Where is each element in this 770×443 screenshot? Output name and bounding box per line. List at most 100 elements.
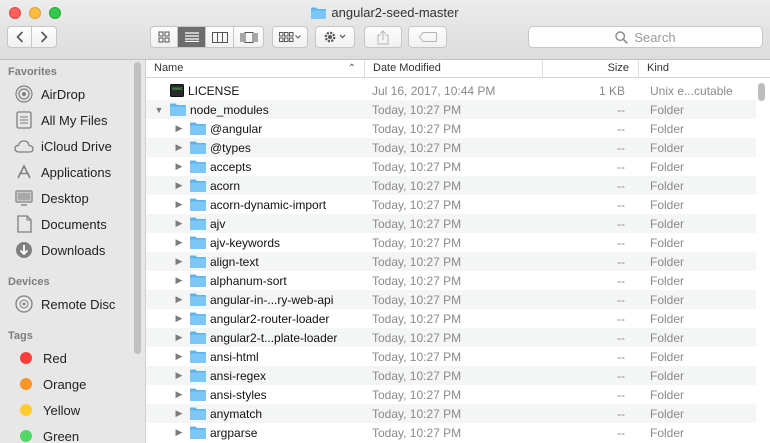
share-button[interactable] — [364, 26, 402, 48]
disclosure-triangle-collapsed-icon[interactable]: ▶ — [174, 427, 184, 438]
date-modified: Today, 10:27 PM — [372, 140, 462, 155]
folder-icon — [190, 217, 206, 230]
table-row[interactable]: ▶ argparse Today, 10:27 PM -- Folder — [146, 423, 756, 442]
disclosure-triangle-collapsed-icon[interactable]: ▶ — [174, 408, 184, 419]
tag-icon — [418, 32, 437, 42]
sidebar: Favorites AirDrop All My Files iCloud Dr… — [0, 60, 146, 443]
table-row[interactable]: ▶ ajv Today, 10:27 PM -- Folder — [146, 214, 756, 233]
file-name-cell: ▶ anymatch — [146, 404, 394, 423]
table-row[interactable]: ▶ @angular Today, 10:27 PM -- Folder — [146, 119, 756, 138]
sidebar-item-remote-disc[interactable]: Remote Disc — [14, 293, 115, 315]
disclosure-triangle-collapsed-icon[interactable]: ▶ — [174, 313, 184, 324]
column-header-kind[interactable]: Kind — [638, 60, 770, 77]
table-row[interactable]: ▼ node_modules Today, 10:27 PM -- Folder — [146, 100, 756, 119]
table-row[interactable]: ▶ ansi-html Today, 10:27 PM -- Folder — [146, 347, 756, 366]
tag-button[interactable] — [408, 26, 447, 48]
disclosure-triangle-collapsed-icon[interactable]: ▶ — [174, 142, 184, 153]
file-kind: Folder — [650, 102, 685, 117]
all-files-icon — [14, 110, 34, 130]
disclosure-triangle-collapsed-icon[interactable]: ▶ — [174, 161, 184, 172]
table-row[interactable]: ▶ alphanum-sort Today, 10:27 PM -- Folder — [146, 271, 756, 290]
disclosure-triangle-collapsed-icon[interactable]: ▶ — [174, 256, 184, 267]
scrollbar-thumb[interactable] — [758, 83, 765, 101]
action-button[interactable] — [315, 26, 355, 48]
column-header-size[interactable]: Size — [542, 60, 638, 77]
sidebar-tag-orange[interactable]: Orange — [15, 373, 86, 395]
cover-flow-icon — [240, 31, 258, 43]
table-row[interactable]: ▶ anymatch Today, 10:27 PM -- Folder — [146, 404, 756, 423]
file-name-cell: ▶ accepts — [146, 157, 394, 176]
file-name-cell: ▶ acorn-dynamic-import — [146, 195, 394, 214]
file-kind: Folder — [650, 330, 685, 345]
table-row[interactable]: exec LICENSE Jul 16, 2017, 10:44 PM 1 KB Uni… — [146, 81, 756, 100]
table-row[interactable]: ▶ acorn-dynamic-import Today, 10:27 PM -- Fo… — [146, 195, 756, 214]
disclosure-triangle-collapsed-icon[interactable]: ▶ — [174, 275, 184, 286]
column-header-name[interactable]: Name ⌃ — [146, 60, 364, 77]
list-view-button[interactable] — [178, 27, 206, 47]
sidebar-item-icloud-drive[interactable]: iCloud Drive — [14, 135, 112, 157]
sidebar-item-label: Green — [43, 428, 80, 443]
table-row[interactable]: ▶ ansi-styles Today, 10:27 PM -- Folder — [146, 385, 756, 404]
folder-icon — [190, 160, 206, 173]
table-row[interactable]: ▶ ansi-regex Today, 10:27 PM -- Folder — [146, 366, 756, 385]
date-modified: Today, 10:27 PM — [372, 330, 462, 345]
tag-color-dot — [20, 378, 32, 390]
executable-icon: exec — [170, 84, 184, 97]
disclosure-triangle-expanded-icon[interactable]: ▼ — [154, 105, 164, 115]
sidebar-tag-green[interactable]: Green — [15, 425, 79, 443]
arrange-button[interactable] — [272, 26, 308, 48]
table-row[interactable]: ▶ angular2-router-loader Today, 10:27 PM --… — [146, 309, 756, 328]
table-row[interactable]: ▶ @types Today, 10:27 PM -- Folder — [146, 138, 756, 157]
cover-flow-button[interactable] — [234, 27, 263, 47]
disclosure-triangle-collapsed-icon[interactable]: ▶ — [174, 180, 184, 191]
disclosure-triangle-collapsed-icon[interactable]: ▶ — [174, 351, 184, 362]
column-header-date[interactable]: Date Modified — [364, 60, 542, 77]
disclosure-triangle-collapsed-icon[interactable]: ▶ — [174, 370, 184, 381]
file-name-cell: ▶ @angular — [146, 119, 394, 138]
file-kind: Folder — [650, 235, 685, 250]
table-row[interactable]: ▶ ajv-keywords Today, 10:27 PM -- Folder — [146, 233, 756, 252]
icon-view-button[interactable] — [151, 27, 178, 47]
file-name-cell: ▶ angular2-t...plate-loader — [146, 328, 394, 347]
table-row[interactable]: ▶ accepts Today, 10:27 PM -- Folder — [146, 157, 756, 176]
folder-icon — [190, 331, 206, 344]
search-input[interactable]: Search — [528, 26, 763, 48]
sidebar-item-desktop[interactable]: Desktop — [14, 187, 89, 209]
sidebar-item-applications[interactable]: Applications — [14, 161, 111, 183]
file-size: -- — [617, 311, 625, 326]
file-list-scrollbar[interactable] — [758, 81, 766, 443]
sidebar-scrollbar[interactable] — [134, 62, 141, 354]
disclosure-triangle-collapsed-icon[interactable]: ▶ — [174, 332, 184, 343]
file-name: ansi-html — [210, 349, 259, 364]
sidebar-item-downloads[interactable]: Downloads — [14, 239, 105, 261]
back-button[interactable] — [8, 27, 32, 47]
file-name: align-text — [210, 254, 259, 269]
table-row[interactable]: ▶ align-text Today, 10:27 PM -- Folder — [146, 252, 756, 271]
sidebar-item-airdrop[interactable]: AirDrop — [14, 83, 85, 105]
folder-icon — [190, 426, 206, 439]
disclosure-triangle-collapsed-icon[interactable]: ▶ — [174, 294, 184, 305]
date-modified: Today, 10:27 PM — [372, 197, 462, 212]
table-row[interactable]: ▶ angular2-t...plate-loader Today, 10:27 P… — [146, 328, 756, 347]
file-name-cell: ▶ align-text — [146, 252, 394, 271]
documents-icon — [14, 214, 34, 234]
disclosure-triangle-collapsed-icon[interactable]: ▶ — [174, 237, 184, 248]
sidebar-item-all-my-files[interactable]: All My Files — [14, 109, 107, 131]
date-modified: Today, 10:27 PM — [372, 387, 462, 402]
sidebar-tag-red[interactable]: Red — [15, 347, 67, 369]
disclosure-triangle-collapsed-icon[interactable]: ▶ — [174, 199, 184, 210]
table-row[interactable]: ▶ acorn Today, 10:27 PM -- Folder — [146, 176, 756, 195]
sidebar-item-documents[interactable]: Documents — [14, 213, 107, 235]
column-view-button[interactable] — [206, 27, 234, 47]
table-row[interactable]: ▶ angular-in-...ry-web-api Today, 10:27 PM… — [146, 290, 756, 309]
folder-icon — [190, 293, 206, 306]
disclosure-triangle-collapsed-icon[interactable]: ▶ — [174, 123, 184, 134]
file-name: angular-in-...ry-web-api — [210, 292, 334, 307]
disclosure-triangle-collapsed-icon[interactable]: ▶ — [174, 389, 184, 400]
forward-button[interactable] — [32, 27, 56, 47]
date-modified: Today, 10:27 PM — [372, 273, 462, 288]
sidebar-tag-yellow[interactable]: Yellow — [15, 399, 80, 421]
downloads-icon — [14, 240, 34, 260]
disclosure-triangle-collapsed-icon[interactable]: ▶ — [174, 218, 184, 229]
date-modified: Today, 10:27 PM — [372, 254, 462, 269]
